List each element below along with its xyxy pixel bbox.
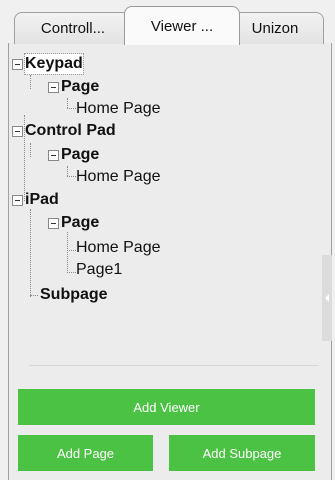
- tree-node-label: Page: [61, 146, 100, 163]
- tree-node-subpage[interactable]: Subpage: [40, 284, 108, 306]
- tree-node-label: Page: [61, 214, 100, 231]
- viewer-panel-window: Controll... Unizon Viewer ... Keypad Pag…: [0, 0, 335, 480]
- add-subpage-button[interactable]: Add Subpage: [169, 435, 315, 471]
- tab-unizon-label: Unizon: [251, 20, 299, 37]
- tree-node-label: Control Pad: [25, 122, 116, 139]
- tree-node-page[interactable]: Page: [48, 144, 99, 166]
- add-viewer-button[interactable]: Add Viewer: [18, 389, 315, 425]
- tree-connector: [30, 75, 31, 89]
- tree-node-label: Home Page: [76, 239, 161, 256]
- collapse-icon[interactable]: [12, 58, 23, 70]
- tree-node-home-page[interactable]: Home Page: [76, 166, 161, 188]
- tree-connector: [30, 143, 31, 157]
- panel-collapse-handle[interactable]: [322, 255, 332, 341]
- tree-connector: [67, 250, 76, 251]
- tab-strip: Controll... Unizon Viewer ...: [0, 0, 335, 45]
- tree-node-home-page[interactable]: Home Page: [76, 237, 161, 259]
- collapse-icon[interactable]: [12, 194, 23, 206]
- add-page-button[interactable]: Add Page: [18, 435, 153, 471]
- tree-connector: [67, 176, 76, 177]
- tree-node-label: Page1: [76, 261, 123, 278]
- collapse-icon[interactable]: [48, 81, 59, 93]
- viewer-tree: Keypad Page Home Page Control Pad Page H…: [9, 43, 331, 313]
- tree-node-control-pad[interactable]: Control Pad: [12, 120, 116, 142]
- tab-unizon[interactable]: Unizon: [226, 12, 324, 44]
- tree-node-label: Keypad: [24, 53, 84, 75]
- tree-node-label: iPad: [25, 191, 59, 208]
- collapse-icon[interactable]: [12, 125, 23, 137]
- tab-controllers-label: Controll...: [40, 20, 106, 37]
- tab-viewer-label: Viewer ...: [150, 17, 214, 35]
- tree-node-ipad[interactable]: iPad: [12, 189, 59, 211]
- tree-node-page[interactable]: Page: [48, 76, 99, 98]
- tree-node-home-page[interactable]: Home Page: [76, 98, 161, 120]
- tree-connector: [67, 166, 68, 176]
- tab-viewer[interactable]: Viewer ...: [124, 6, 240, 45]
- tree-connector: [30, 295, 38, 296]
- tree-connector: [30, 209, 31, 297]
- tree-connector: [67, 108, 76, 109]
- tree-connector: [67, 272, 76, 273]
- collapse-icon[interactable]: [48, 149, 59, 161]
- tree-node-label: Page: [61, 78, 100, 95]
- collapse-icon[interactable]: [48, 217, 59, 229]
- tree-node-keypad[interactable]: Keypad: [12, 53, 84, 75]
- divider: [29, 365, 319, 366]
- tree-node-label: Home Page: [76, 100, 161, 117]
- tree-node-label: Subpage: [40, 286, 108, 303]
- tab-controllers[interactable]: Controll...: [14, 12, 132, 44]
- chevron-left-icon: [325, 294, 329, 302]
- add-subpage-label: Add Subpage: [202, 445, 282, 461]
- add-page-label: Add Page: [56, 445, 115, 461]
- add-viewer-label: Add Viewer: [133, 399, 200, 415]
- tree-connector: [67, 232, 68, 273]
- tree-connector: [67, 98, 68, 108]
- tree-node-page1[interactable]: Page1: [76, 259, 122, 281]
- tree-node-page[interactable]: Page: [48, 212, 99, 234]
- tree-node-label: Home Page: [76, 168, 161, 185]
